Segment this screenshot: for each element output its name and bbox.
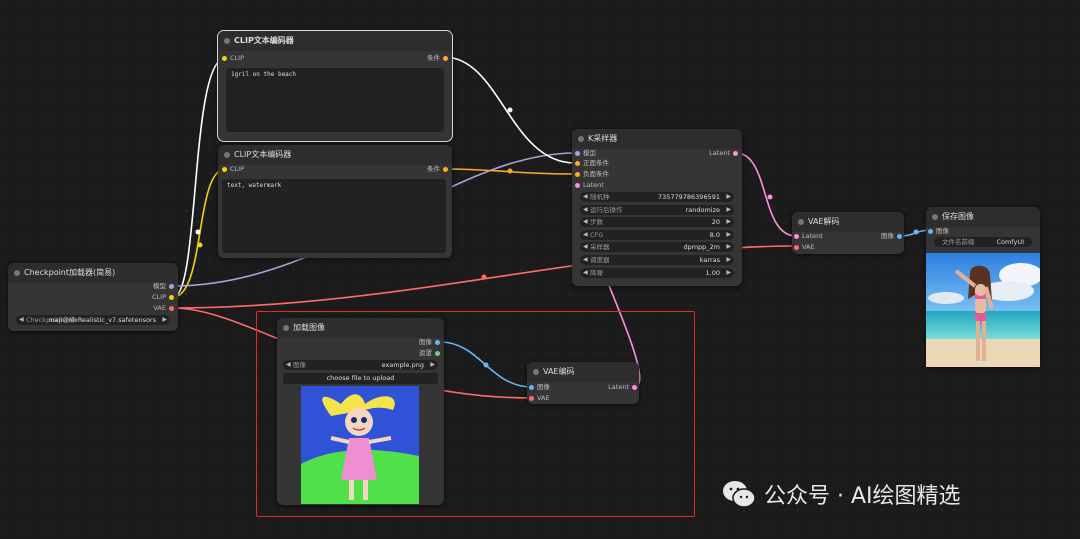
arrow-right-icon[interactable]: ▶ — [162, 315, 167, 325]
arrow-left-icon[interactable]: ◀ — [583, 242, 588, 252]
output-vae[interactable]: VAE — [153, 303, 174, 313]
input-latent[interactable]: Latent — [794, 231, 823, 241]
selection-highlight-box — [256, 311, 695, 517]
input-clip[interactable]: CLIP — [222, 164, 244, 174]
wire-latent-to-vaedecode — [735, 152, 797, 237]
input-positive[interactable]: 正面条件 — [575, 158, 609, 168]
prompt-textarea[interactable]: 1gril on the beach — [226, 68, 444, 132]
arrow-left-icon[interactable]: ◀ — [583, 192, 588, 202]
output-conditioning[interactable]: 条件 — [427, 164, 448, 174]
arrow-left-icon[interactable]: ◀ — [583, 230, 588, 240]
node-title: CLIP文本编码器 — [218, 145, 452, 165]
ksampler-widget[interactable]: ◀ 降噪 1.00 ▶ — [580, 267, 734, 278]
node-title: CLIP文本编码器 — [218, 31, 452, 51]
arrow-left-icon[interactable]: ◀ — [19, 315, 24, 325]
arrow-right-icon[interactable]: ▶ — [726, 255, 731, 265]
filename-prefix-field[interactable]: 文件名前缀 ComfyUI — [934, 237, 1032, 247]
output-image[interactable]: 图像 — [881, 231, 902, 241]
node-title: VAE解码 — [792, 212, 904, 232]
ksampler-node[interactable]: K采样器 模型 正面条件 负面条件 Latent Latent ◀ 随机种 7357… — [572, 129, 742, 286]
output-latent[interactable]: Latent — [709, 148, 738, 158]
arrow-right-icon[interactable]: ▶ — [726, 242, 731, 252]
ksampler-widget[interactable]: ◀ 调度器 karras ▶ — [580, 255, 734, 265]
node-title: K采样器 — [572, 129, 742, 149]
ksampler-widget[interactable]: ◀ CFG 8.0 ▶ — [580, 229, 734, 240]
negative-prompt-textarea[interactable]: text, watermark — [222, 179, 446, 253]
wechat-icon — [723, 481, 756, 508]
generated-image-preview[interactable] — [926, 253, 1040, 367]
vae-decode-node[interactable]: VAE解码 Latent VAE 图像 — [792, 212, 904, 254]
output-conditioning[interactable]: 条件 — [427, 53, 448, 63]
clip-text-encode-node-2[interactable]: CLIP文本编码器 CLIP 条件 text, watermark — [218, 145, 452, 258]
input-image[interactable]: 图像 — [928, 226, 949, 236]
arrow-right-icon[interactable]: ▶ — [726, 268, 731, 278]
arrow-left-icon[interactable]: ◀ — [583, 268, 588, 278]
ksampler-widget[interactable]: ◀ 步数 20 ▶ — [580, 217, 734, 228]
ksampler-widget[interactable]: ◀ 采样器 dpmpp_2m ▶ — [580, 242, 734, 253]
watermark: 公众号 · AI绘图精选 — [722, 478, 961, 510]
checkpoint-loader-node[interactable]: Checkpoint加载器(简易) 模型 CLIP VAE ◀ Checkpoi… — [8, 263, 178, 331]
input-clip[interactable]: CLIP — [222, 53, 244, 63]
node-title: Checkpoint加载器(简易) — [8, 263, 178, 283]
arrow-right-icon[interactable]: ▶ — [726, 205, 731, 215]
watermark-text: 公众号 · AI绘图精选 — [764, 484, 961, 509]
arrow-left-icon[interactable]: ◀ — [583, 255, 588, 265]
arrow-right-icon[interactable]: ▶ — [726, 192, 731, 202]
arrow-left-icon[interactable]: ◀ — [583, 217, 588, 227]
node-title: 保存图像 — [926, 207, 1040, 227]
arrow-right-icon[interactable]: ▶ — [726, 217, 731, 227]
ksampler-widget[interactable]: ◀ 随机种 735779786396591 ▶ — [580, 192, 734, 202]
arrow-left-icon[interactable]: ◀ — [583, 205, 588, 215]
ksampler-widget[interactable]: ◀ 运行后操作 randomize ▶ — [580, 204, 734, 215]
clip-text-encode-node-1[interactable]: CLIP文本编码器 CLIP 条件 1gril on the beach — [217, 30, 453, 142]
output-model[interactable]: 模型 — [153, 281, 174, 291]
input-model[interactable]: 模型 — [575, 148, 596, 158]
input-latent[interactable]: Latent — [575, 180, 604, 190]
input-vae[interactable]: VAE — [794, 242, 815, 252]
output-clip[interactable]: CLIP — [152, 292, 174, 302]
arrow-right-icon[interactable]: ▶ — [726, 230, 731, 240]
save-image-node[interactable]: 保存图像 图像 文件名前缀 ComfyUI — [926, 207, 1040, 367]
input-negative[interactable]: 负面条件 — [575, 169, 609, 179]
checkpoint-name-combo[interactable]: ◀ Checkpoint名称 majicmixRealistic_v7.safe… — [16, 315, 170, 325]
